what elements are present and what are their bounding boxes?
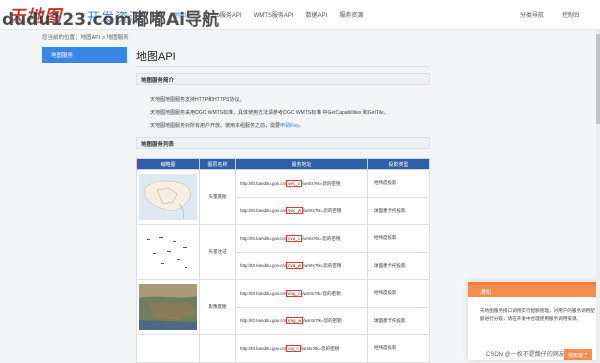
apply-key-link[interactable]: 申请Key xyxy=(280,123,299,129)
url-suffix: /wmts?tk=您的密钥 xyxy=(301,235,341,241)
page-title: 地图API xyxy=(136,51,176,63)
url-suffix: /wmts?tk=您的密钥 xyxy=(301,180,341,186)
url-suffix: /wmts?tk=您的密钥 xyxy=(300,345,340,351)
thumb-cell-partial xyxy=(136,334,200,363)
layer-name-imagery: 影像底图 xyxy=(199,279,236,335)
projection-type: 球面墨卡托投影 xyxy=(367,196,430,225)
url-highlight: img_c xyxy=(286,289,303,297)
main-content: 地图API 地图服务简介 天地图地图服务支持HTTP和HTTPS协议。 天地图地… xyxy=(134,44,430,363)
col-service-url: 服务地址 xyxy=(235,158,368,170)
thumb-cell-imagery xyxy=(136,279,200,335)
service-table: 缩略图 图层名称 服务地址 投影类型 矢量底图 http://t0.tiandi… xyxy=(136,158,430,363)
intro-line-3: 天地图地图服务对所有用户开放。使用本组服务之前，需要申请Key。 xyxy=(150,122,304,129)
url-suffix: /wmts?tk=您的密钥 xyxy=(302,208,342,214)
right-nav: 分类导航 控制台 xyxy=(502,10,580,19)
table-header-row: 缩略图 图层名称 服务地址 投影类型 xyxy=(136,158,430,170)
intro-line-3-text: 天地图地图服务对所有用户开放。使用本组服务之前，需要 xyxy=(150,123,281,129)
col-thumbnail: 缩略图 xyxy=(136,158,200,170)
map-thumbnail-imagery[interactable] xyxy=(139,284,197,330)
layer-name-annotation: 矢量注记 xyxy=(199,224,236,280)
projection-type: 经纬度投影 xyxy=(367,169,430,198)
projection-type: 球面墨卡托投影 xyxy=(367,306,430,335)
col-layer-name: 图层名称 xyxy=(199,158,236,170)
notice-title: 通知 xyxy=(468,285,600,297)
url-highlight: cva_c xyxy=(286,234,302,242)
url-highlight: cva_w xyxy=(286,262,303,270)
table-row: http://t0.tianditu.gov.cn/cia_c/wmts?tk=… xyxy=(136,334,430,363)
projection-type: 经纬度投影 xyxy=(367,334,430,363)
title-divider xyxy=(136,66,430,67)
watermark-overlay: dudu123.com嘟嘟Ai导航 xyxy=(2,10,219,30)
intro-line-3-period: 。 xyxy=(298,123,304,129)
projection-type: 经纬度投影 xyxy=(367,224,430,253)
thumb-cell-annotation xyxy=(136,224,200,280)
service-url[interactable]: http://t0.tianditu.gov.cn/cva_w/wmts?tk=… xyxy=(235,251,368,280)
service-url[interactable]: http://t0.tianditu.gov.cn/img_c/wmts?tk=… xyxy=(235,279,368,308)
notice-confirm-button[interactable]: 我知道了 xyxy=(564,349,592,360)
projection-type: 经纬度投影 xyxy=(367,279,430,308)
sidebar-item-map-service[interactable]: 地图服务 xyxy=(42,47,127,63)
service-url[interactable]: http://t0.tianditu.gov.cn/cva_c/wmts?tk=… xyxy=(235,224,368,253)
col-projection: 投影类型 xyxy=(367,158,430,170)
service-url[interactable]: http://t0.tianditu.gov.cn/cia_c/wmts?tk=… xyxy=(235,334,368,363)
intro-section-heading: 地图服务简介 xyxy=(136,73,430,85)
nav-console[interactable]: 控制台 xyxy=(562,10,580,19)
service-url[interactable]: http://t0.tianditu.gov.cn/vec_w/wmts?tk=… xyxy=(235,196,368,225)
nav-service-resources[interactable]: 服务资源 xyxy=(339,10,363,19)
url-prefix: http://t0.tianditu.gov.cn/ xyxy=(240,290,287,296)
url-highlight: vec_c xyxy=(286,179,302,187)
url-prefix: http://t0.tianditu.gov.cn/ xyxy=(240,208,287,214)
breadcrumb: 您当前的位置：地图API > 地图服务 xyxy=(42,35,129,41)
service-url[interactable]: http://t0.tianditu.gov.cn/img_w/wmts?tk=… xyxy=(235,306,368,335)
notice-body: 天地图服务接口调用实行配额管理，对用户的服务调用配额进行分级，请在开发中合理使用… xyxy=(480,308,595,321)
csdn-credit: CSDN @一枚不是靓仔的网友 xyxy=(486,352,565,358)
page-scrollbar-thumb[interactable] xyxy=(596,34,600,124)
nav-data-api[interactable]: 数据API xyxy=(306,10,328,19)
service-url[interactable]: http://t0.tianditu.gov.cn/vec_c/wmts?tk=… xyxy=(235,169,368,198)
layer-name-partial xyxy=(199,334,236,363)
map-thumbnail-annotation[interactable] xyxy=(139,229,197,275)
url-prefix: http://t0.tianditu.gov.cn/ xyxy=(240,235,287,241)
url-prefix: http://t0.tianditu.gov.cn/ xyxy=(240,263,287,269)
table-row: 矢量底图 http://t0.tianditu.gov.cn/vec_c/wmt… xyxy=(136,169,430,225)
url-highlight: cia_c xyxy=(286,344,301,352)
map-thumbnail-partial[interactable] xyxy=(139,338,197,359)
url-suffix: /wmts?tk=您的密钥 xyxy=(303,318,342,324)
url-prefix: http://t0.tianditu.gov.cn/ xyxy=(240,180,287,186)
projection-type: 球面墨卡托投影 xyxy=(367,251,430,280)
intro-line-2: 天地图地图服务采用OGC WMTS标准，具体使用方法请参考OGC WMTS标准 … xyxy=(150,110,389,116)
url-suffix: /wmts?tk=您的密钥 xyxy=(302,290,341,296)
layer-name-vector: 矢量底图 xyxy=(199,169,236,225)
url-prefix: http://t0.tianditu.gov.cn/ xyxy=(240,318,287,324)
service-list-heading: 地图服务列表 xyxy=(136,137,430,149)
map-thumbnail-vector[interactable] xyxy=(139,174,197,220)
table-row: 影像底图 http://t0.tianditu.gov.cn/img_c/wmt… xyxy=(136,279,430,335)
url-suffix: /wmts?tk=您的密钥 xyxy=(302,263,342,269)
thumb-cell-vector xyxy=(136,169,200,225)
nav-category-guide[interactable]: 分类导航 xyxy=(520,10,544,19)
url-prefix: http://t0.tianditu.gov.cn/ xyxy=(240,345,287,351)
table-row: 矢量注记 http://t0.tianditu.gov.cn/cva_c/wmt… xyxy=(136,224,430,280)
intro-line-1: 天地图地图服务支持HTTP和HTTPS协议。 xyxy=(150,97,245,103)
nav-wmts-api[interactable]: WMTS服务API xyxy=(254,10,294,19)
url-highlight: vec_w xyxy=(286,207,303,215)
url-highlight: img_w xyxy=(286,317,304,325)
